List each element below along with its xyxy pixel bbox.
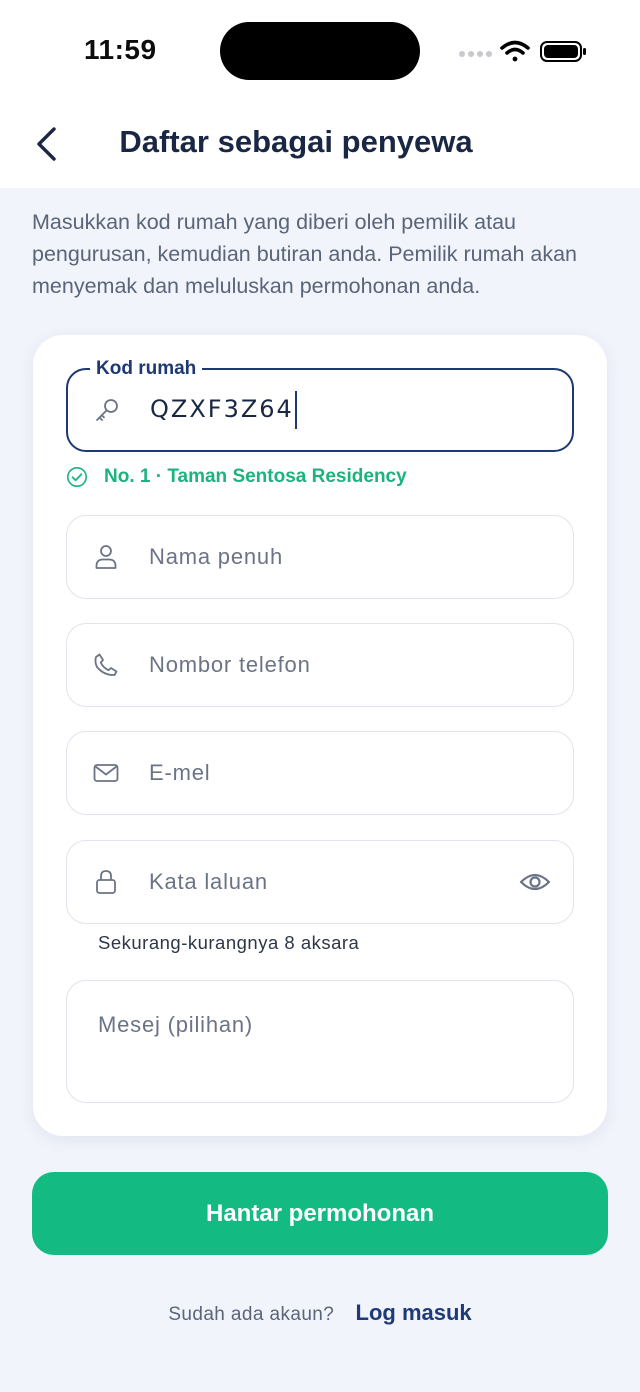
dynamic-island	[220, 22, 420, 80]
phone-placeholder: Nombor telefon	[149, 652, 311, 677]
email-placeholder: E-mel	[149, 760, 211, 785]
status-icons	[459, 40, 586, 62]
house-code-value: QZXF3Z64	[150, 395, 294, 423]
phone-input[interactable]: Nombor telefon	[66, 623, 574, 707]
email-input[interactable]: E-mel	[66, 731, 574, 815]
login-question: Sudah ada akaun?	[168, 1304, 335, 1325]
text-caret	[294, 391, 298, 429]
user-icon	[93, 544, 119, 570]
wifi-icon	[500, 40, 530, 62]
code-validation: No. 1 · Taman Sentosa Residency	[66, 466, 407, 488]
password-hint: Sekurang-kurangnya 8 aksara	[98, 932, 360, 953]
full-name-placeholder: Nama penuh	[149, 544, 283, 569]
check-circle-icon	[67, 467, 87, 487]
signal-icon	[459, 51, 492, 57]
eye-icon[interactable]	[519, 869, 551, 895]
phone-icon	[93, 652, 119, 678]
code-result-text: No. 1 · Taman Sentosa Residency	[104, 466, 407, 487]
house-code-input[interactable]: QZXF3Z64	[66, 368, 574, 452]
page-title: Daftar sebagai penyewa	[119, 124, 473, 159]
message-textarea[interactable]: Mesej (pilihan)	[66, 980, 574, 1103]
login-link[interactable]: Log masuk	[356, 1300, 472, 1325]
battery-icon	[540, 41, 586, 62]
intro-text: Masukkan kod rumah yang diberi oleh pemi…	[32, 210, 577, 298]
key-icon	[94, 397, 120, 423]
submit-button[interactable]: Hantar permohonan	[32, 1172, 608, 1255]
password-input[interactable]: Kata laluan	[66, 840, 574, 924]
status-time: 11:59	[84, 34, 157, 65]
mail-icon	[93, 760, 119, 786]
top-bar: 11:59 Daftar sebagai penyewa	[0, 0, 640, 188]
message-placeholder: Mesej (pilihan)	[98, 1012, 254, 1037]
full-name-input[interactable]: Nama penuh	[66, 515, 574, 599]
lock-icon	[93, 869, 119, 895]
password-placeholder: Kata laluan	[149, 869, 268, 894]
login-prompt: Sudah ada akaun? Log masuk	[0, 1300, 640, 1326]
house-code-label: Kod rumah	[90, 358, 203, 380]
